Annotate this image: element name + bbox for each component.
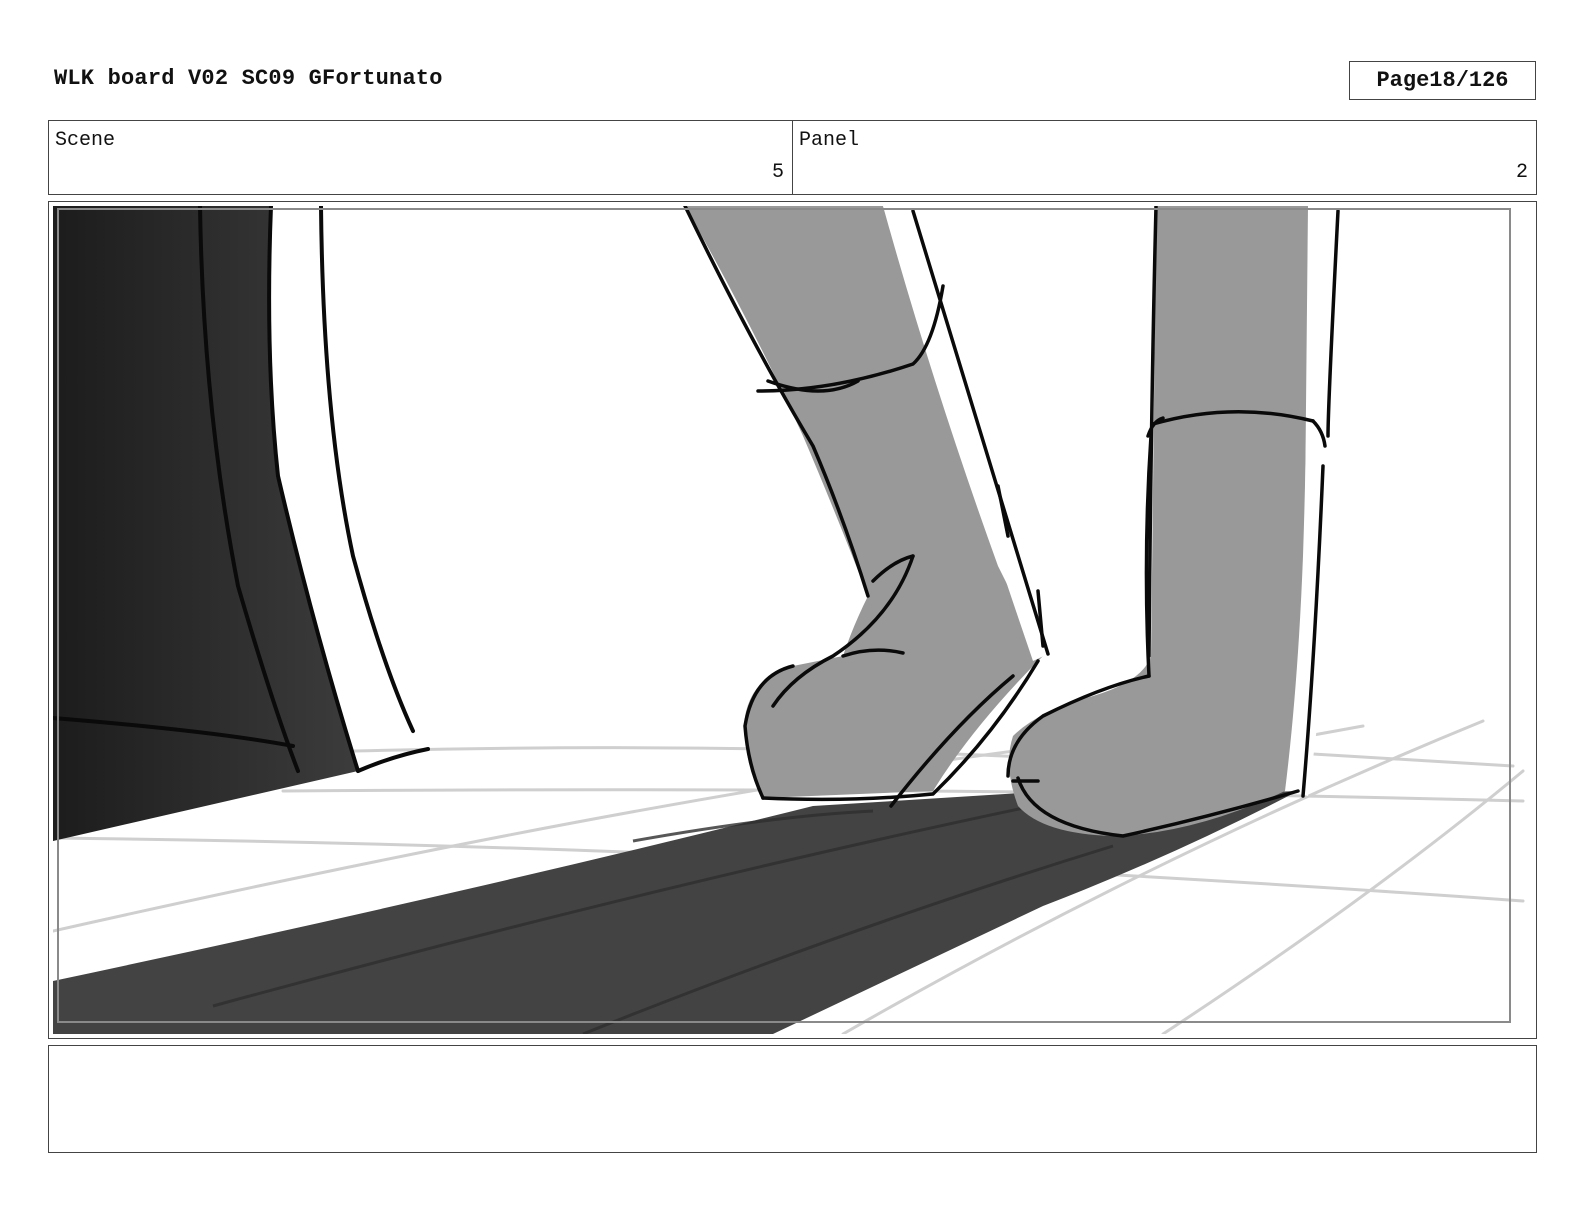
notes-box bbox=[48, 1045, 1537, 1153]
panel-label: Panel bbox=[799, 129, 860, 152]
storyboard-sketch bbox=[53, 206, 1532, 1034]
board-title: WLK board V02 SC09 GFortunato bbox=[54, 66, 443, 91]
scene-panel-info-row: Scene 5 Panel 2 bbox=[48, 120, 1537, 195]
storyboard-frame bbox=[48, 201, 1537, 1039]
scene-label: Scene bbox=[55, 129, 116, 152]
panel-number: 2 bbox=[1515, 161, 1528, 184]
page-indicator: Page 18/126 bbox=[1349, 61, 1536, 100]
scene-cell: Scene 5 bbox=[49, 121, 792, 194]
page-number: 18/126 bbox=[1429, 68, 1509, 93]
page-label: Page bbox=[1376, 68, 1430, 93]
scene-number: 5 bbox=[771, 161, 784, 184]
panel-cell: Panel 2 bbox=[792, 121, 1536, 194]
